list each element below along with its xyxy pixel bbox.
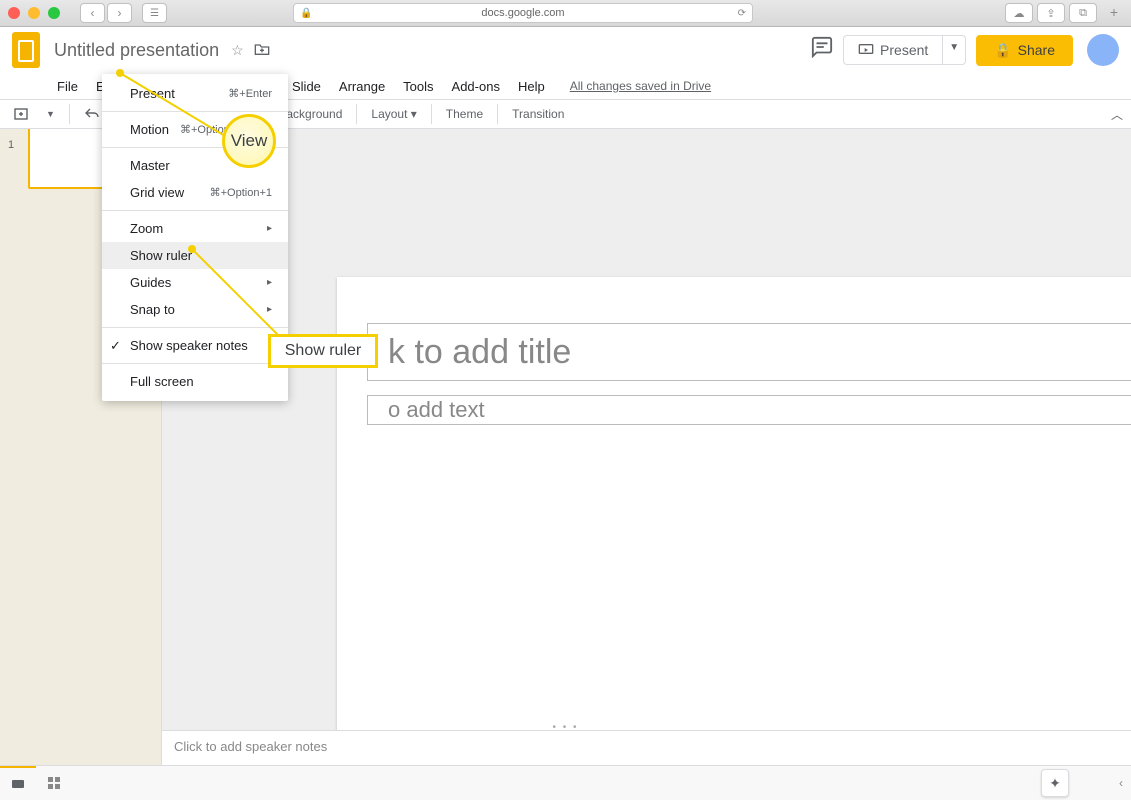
toolbar-separator — [431, 104, 432, 124]
window-minimize-button[interactable] — [28, 7, 40, 19]
menu-item-zoom[interactable]: Zoom ▸ — [102, 215, 288, 242]
comments-icon[interactable] — [811, 36, 833, 64]
doc-header: Untitled presentation ☆ Present ▼ 🔒 Shar… — [0, 27, 1131, 73]
submenu-arrow-icon: ▸ — [267, 223, 272, 234]
menu-separator — [102, 363, 288, 364]
present-icon — [858, 43, 874, 57]
subtitle-placeholder[interactable]: o add text — [367, 395, 1131, 425]
window-close-button[interactable] — [8, 7, 20, 19]
share-sheet-icon[interactable]: ⇪ — [1037, 3, 1065, 23]
side-panel-toggle[interactable]: ‹ — [1119, 776, 1123, 790]
star-icon[interactable]: ☆ — [231, 42, 244, 59]
url-bar[interactable]: 🔒 docs.google.com ⟳ — [293, 3, 753, 23]
toolbar-separator — [356, 104, 357, 124]
present-dropdown-button[interactable]: ▼ — [943, 35, 966, 65]
share-button[interactable]: 🔒 Share — [976, 35, 1073, 66]
reload-icon[interactable]: ⟳ — [738, 8, 746, 19]
browser-back-button[interactable]: ‹ — [80, 3, 105, 23]
menu-help[interactable]: Help — [511, 77, 552, 96]
speaker-notes[interactable]: Click to add speaker notes — [162, 730, 1131, 765]
menu-addons[interactable]: Add-ons — [445, 77, 507, 96]
share-label: Share — [1018, 42, 1055, 58]
explore-button[interactable]: ✦ — [1041, 769, 1069, 797]
filmstrip-tab-icon[interactable] — [0, 766, 36, 800]
save-status[interactable]: All changes saved in Drive — [570, 79, 711, 93]
present-label: Present — [880, 42, 928, 58]
browser-nav: ‹ › — [80, 3, 132, 23]
menu-file[interactable]: File — [50, 77, 85, 96]
menu-arrange[interactable]: Arrange — [332, 77, 392, 96]
header-actions: Present ▼ 🔒 Share — [811, 34, 1119, 66]
window-zoom-button[interactable] — [48, 7, 60, 19]
tabs-icon[interactable]: ⧉ — [1069, 3, 1097, 23]
callout-show-ruler: Show ruler — [268, 334, 378, 368]
menu-item-full-screen[interactable]: Full screen — [102, 368, 288, 395]
notes-placeholder: Click to add speaker notes — [174, 739, 327, 754]
toolbar-separator — [69, 104, 70, 124]
toolbar-separator — [497, 104, 498, 124]
slides-logo-icon[interactable] — [6, 30, 46, 70]
icloud-icon[interactable]: ☁ — [1005, 3, 1033, 23]
new-tab-button[interactable]: + — [1105, 3, 1123, 21]
url-text: docs.google.com — [481, 7, 564, 19]
browser-titlebar: ‹ › ☰ 🔒 docs.google.com ⟳ ☁ ⇪ ⧉ + — [0, 0, 1131, 27]
move-icon[interactable] — [254, 42, 270, 59]
new-slide-dropdown[interactable]: ▼ — [40, 105, 61, 123]
avatar[interactable] — [1087, 34, 1119, 66]
canvas-area[interactable]: k to add title o add text — [162, 129, 1131, 800]
doc-title[interactable]: Untitled presentation — [54, 40, 219, 61]
new-slide-button[interactable] — [8, 102, 36, 126]
share-lock-icon: 🔒 — [994, 42, 1011, 59]
browser-forward-button[interactable]: › — [107, 3, 132, 23]
grid-tab-icon[interactable] — [36, 766, 72, 800]
callout-view: View — [222, 114, 276, 168]
menu-separator — [102, 210, 288, 211]
theme-button[interactable]: Theme — [440, 103, 489, 125]
layout-button[interactable]: Layout ▾ — [365, 103, 422, 125]
title-placeholder[interactable]: k to add title — [367, 323, 1131, 381]
footer-tabs: ✦ ‹ — [0, 765, 1131, 800]
browser-actions: ☁ ⇪ ⧉ + — [1005, 3, 1123, 23]
menu-tools[interactable]: Tools — [396, 77, 440, 96]
slide[interactable]: k to add title o add text — [337, 277, 1131, 800]
collapse-toolbar-button[interactable]: ︿ — [1111, 106, 1123, 123]
browser-sidebar-toggle[interactable]: ☰ — [142, 3, 167, 23]
menu-item-grid-view[interactable]: Grid view ⌘+Option+1 — [102, 179, 288, 206]
lock-icon: 🔒 — [300, 8, 312, 19]
transition-button[interactable]: Transition — [506, 103, 570, 125]
shortcut-label: ⌘+Option+1 — [210, 186, 272, 199]
menu-slide[interactable]: Slide — [285, 77, 328, 96]
check-icon: ✓ — [110, 338, 121, 354]
present-button[interactable]: Present — [843, 35, 943, 65]
thumbnail-number: 1 — [8, 139, 14, 151]
window-controls — [8, 7, 60, 19]
title-wrap: Untitled presentation ☆ — [54, 40, 811, 61]
